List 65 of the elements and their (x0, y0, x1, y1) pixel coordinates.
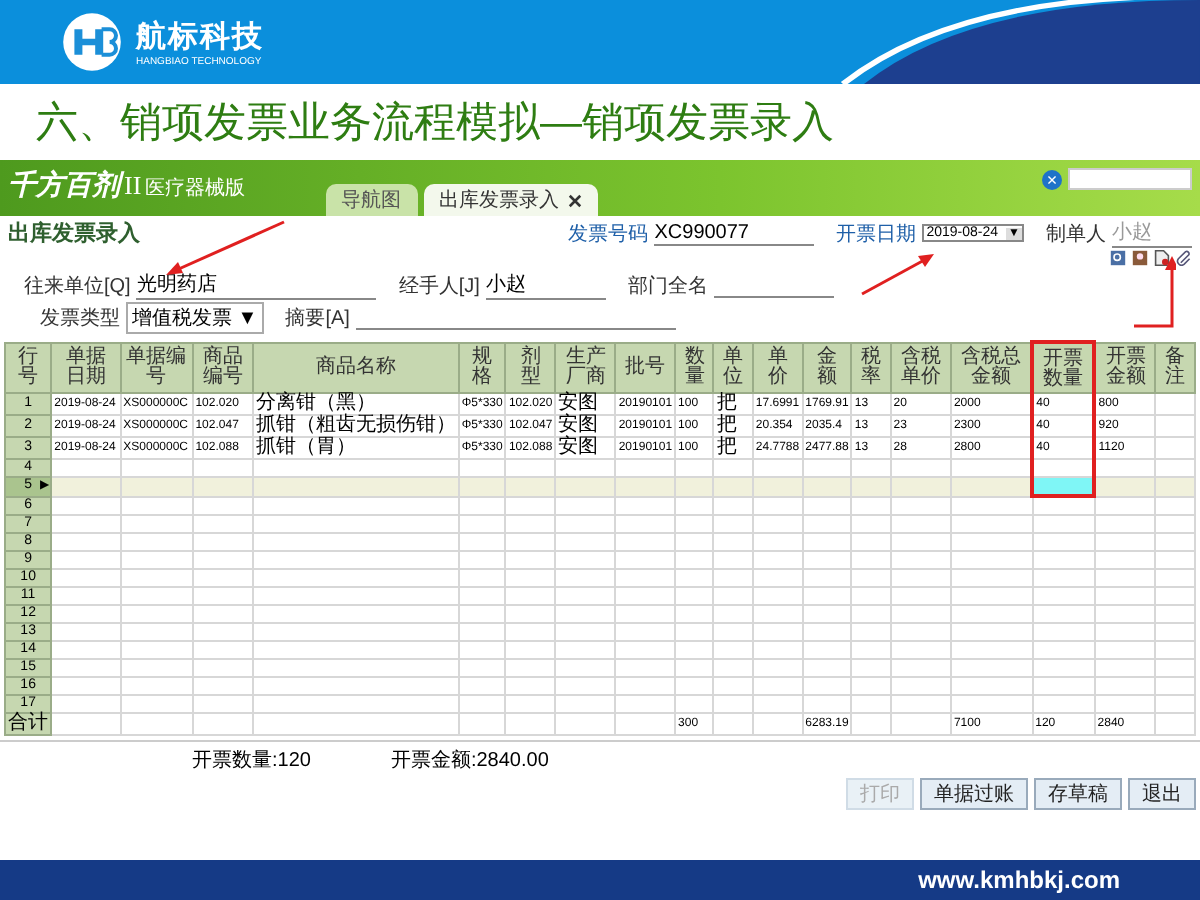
field-label: 往来单位[Q] (24, 273, 131, 299)
close-icon[interactable] (567, 193, 582, 207)
action-button[interactable]: 存草稿 (1034, 778, 1122, 810)
action-button[interactable]: 单据过账 (920, 778, 1028, 810)
field-label: 部门全名 (627, 273, 708, 299)
handler-field[interactable]: 小赵 (485, 270, 606, 300)
column-header: 单据日期 (51, 342, 121, 393)
arrow (860, 252, 936, 296)
table-cell: 把 (713, 437, 753, 459)
app-logo-mark: II (124, 170, 142, 202)
table-cell: 抓钳（胃） (252, 437, 459, 459)
field-label: 发票类型 (40, 305, 120, 332)
column-header: 行号 (5, 342, 52, 393)
summary-text: 开票金额:2840.00 (390, 747, 549, 774)
table-cell: 安图 (555, 393, 616, 415)
column-header: 商品名称 (252, 342, 459, 393)
form-title: 出库发票录入 (8, 219, 140, 248)
table-cell: 把 (713, 393, 753, 415)
arrow (164, 220, 288, 276)
search-field[interactable] (1068, 168, 1192, 190)
field-label: 经手人[J] (398, 273, 480, 299)
column-header: 批号 (615, 342, 676, 393)
field-label: 开票日期 (836, 221, 917, 247)
table-cell: 抓钳（粗齿无损伤钳） (252, 415, 459, 437)
column-header: 规格 (458, 342, 506, 393)
document-icon[interactable] (1154, 250, 1170, 266)
invoice-type-dropdown[interactable]: 增值税发票 ▼ (126, 302, 264, 334)
table-cell: 把 (713, 415, 753, 437)
column-header: 单据编号 (120, 342, 193, 393)
column-header: 含税总金额 (950, 342, 1033, 393)
tab[interactable]: 导航图 (325, 184, 418, 216)
invoice-number-field[interactable]: XC990077 (654, 221, 815, 245)
column-header: 金额 (802, 342, 852, 393)
search-icon[interactable] (1110, 250, 1126, 266)
action-button[interactable]: 退出 (1128, 778, 1196, 810)
slide-title: 六、销项发票业务流程模拟—销项发票录入 (34, 98, 836, 150)
clear-search-button[interactable]: × (1042, 169, 1062, 189)
column-header: 数量 (675, 342, 714, 393)
app-logo: 千方百剂 (8, 168, 120, 204)
column-header: 单价 (752, 342, 803, 393)
column-header: 含税单价 (890, 342, 951, 393)
website-url: www.kmhbkj.com (918, 866, 1120, 894)
arrow (1132, 256, 1176, 328)
column-header: 商品编号 (192, 342, 253, 393)
column-header: 税率 (851, 342, 891, 393)
app-edition: 医疗器械版 (145, 175, 246, 202)
row-number: 合计 (5, 713, 52, 735)
paperclip-icon[interactable] (1176, 250, 1192, 266)
tab[interactable]: 出库发票录入 (423, 184, 598, 216)
user-icon[interactable] (1132, 250, 1148, 266)
column-header: 单位 (713, 342, 753, 393)
column-header: 开票金额 (1094, 342, 1156, 393)
table-cell: 安图 (555, 437, 616, 459)
column-header: 开票数量 (1032, 342, 1095, 393)
field-label: 发票号码 (568, 221, 649, 247)
brand-name: 航标科技 (136, 17, 264, 55)
logo-icon (60, 10, 124, 74)
table-cell: 安图 (555, 415, 616, 437)
field-label: 制单人 (1046, 221, 1106, 247)
field-label: 摘要[A] (285, 305, 350, 332)
table-cell: 分离钳（黑） (252, 393, 459, 415)
summary-text: 开票数量:120 (192, 748, 311, 774)
column-header: 备注 (1155, 342, 1195, 393)
column-header: 剂型 (505, 342, 556, 393)
column-header: 生产厂商 (555, 342, 616, 393)
